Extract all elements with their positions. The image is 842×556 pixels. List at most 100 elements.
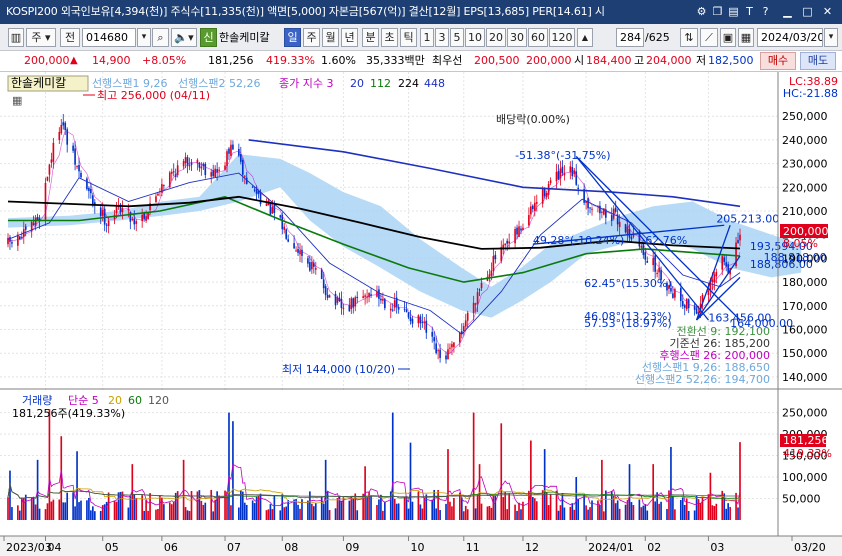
help-icon[interactable]: ? <box>758 4 773 19</box>
period-year[interactable]: 년 <box>341 28 358 47</box>
candle-body <box>241 160 244 175</box>
candle-body <box>182 161 185 167</box>
volume-bar <box>535 501 538 520</box>
volume-bar <box>504 492 507 520</box>
volume-bar <box>391 412 394 520</box>
volume-bar <box>273 495 276 520</box>
candle-body <box>561 166 564 174</box>
best-quote-label: 최우선 <box>432 54 463 67</box>
interval-30[interactable]: 30 <box>507 28 527 47</box>
volume-legend-ma60[interactable]: 60 <box>128 394 142 407</box>
text-icon[interactable]: T <box>742 4 757 19</box>
volume-bar <box>520 509 522 520</box>
volume-bar <box>624 504 627 520</box>
volume-bar <box>198 490 201 520</box>
candle-body <box>155 196 157 203</box>
candle-body <box>143 213 145 219</box>
volume-legend-ma20[interactable]: 20 <box>108 394 122 407</box>
volume-bar <box>502 497 505 520</box>
candle-body <box>532 205 534 210</box>
volume-bar <box>514 504 516 520</box>
legend-close-index[interactable]: 종가 지수 3 <box>279 77 333 90</box>
volume-legend-ma5[interactable]: 단순 5 <box>68 394 99 407</box>
close-icon[interactable]: ✕ <box>820 4 835 19</box>
period-month[interactable]: 월 <box>322 28 339 47</box>
grid-toggle-icon[interactable]: ▦ <box>12 94 22 107</box>
maximize-icon[interactable]: □ <box>800 4 815 19</box>
save-icon[interactable]: ▣ <box>720 28 736 47</box>
indicator-icon[interactable]: ⇅ <box>680 28 698 47</box>
candle-body <box>520 228 522 231</box>
new-listing-badge: 신 <box>200 28 217 47</box>
date-tick-label: 2023/03 <box>6 541 52 554</box>
interval-120[interactable]: 120 <box>549 28 575 47</box>
volume-bar <box>157 508 159 520</box>
volume-bar <box>486 506 489 520</box>
candle-body <box>474 303 477 305</box>
chart-type-icon[interactable]: ▥ <box>8 28 24 47</box>
candle-body <box>265 203 268 206</box>
volume-bar <box>601 459 603 520</box>
volume-bar <box>356 510 359 520</box>
chevron-up-icon[interactable]: ▲ <box>577 28 593 47</box>
legend-ma20[interactable]: 20 <box>350 77 364 90</box>
buy-button[interactable]: 매수 <box>760 52 796 70</box>
candle-body <box>403 308 406 310</box>
settings-icon[interactable]: ⚙ <box>694 4 709 19</box>
date-dropdown-icon[interactable]: ▾ <box>824 28 838 47</box>
date-input[interactable] <box>757 28 823 47</box>
code-dropdown-icon[interactable]: ▾ <box>137 28 151 47</box>
legend-ma112[interactable]: 112 <box>370 77 391 90</box>
audio-icon[interactable]: 🔈▾ <box>171 28 197 47</box>
period-week[interactable]: 주 <box>303 28 320 47</box>
volume-bar <box>500 423 503 520</box>
price-tick-label: 160,000 <box>782 323 828 336</box>
interval-5[interactable]: 5 <box>450 28 464 47</box>
legend-ma448[interactable]: 448 <box>424 77 445 90</box>
period-second[interactable]: 초 <box>381 28 398 47</box>
minimize-icon[interactable]: ▁ <box>780 4 795 19</box>
volume-bar <box>103 504 106 520</box>
range-input[interactable] <box>616 28 644 47</box>
candle-body <box>683 305 686 308</box>
candle-body <box>200 166 203 169</box>
interval-20[interactable]: 20 <box>486 28 506 47</box>
volume-bar <box>646 510 649 520</box>
legend-ma224[interactable]: 224 <box>398 77 419 90</box>
print-icon[interactable]: ▤ <box>726 4 741 19</box>
volume-bar <box>577 498 580 520</box>
type-dropdown[interactable]: 주 ▾ <box>26 28 56 47</box>
price-tick-label: 150,000 <box>782 347 828 360</box>
prev-button[interactable]: 전 <box>60 28 80 47</box>
volume-legend-name[interactable]: 거래량 <box>22 394 52 407</box>
period-day[interactable]: 일 <box>284 28 301 47</box>
interval-1[interactable]: 1 <box>420 28 434 47</box>
candle-body <box>715 271 718 277</box>
type-label: 주 <box>31 31 42 44</box>
volume-bar <box>729 506 731 520</box>
volume-bar <box>230 505 232 520</box>
calendar-icon[interactable]: ▦ <box>738 28 754 47</box>
period-tick[interactable]: 틱 <box>400 28 417 47</box>
volume-chart[interactable]: 50,000100,000150,000200,000250,000 2023/… <box>0 390 842 556</box>
sell-button[interactable]: 매도 <box>800 52 836 70</box>
stock-code-input[interactable] <box>82 28 136 47</box>
candle-body <box>508 241 510 244</box>
candle-body <box>409 317 412 322</box>
period-minute[interactable]: 분 <box>362 28 379 47</box>
interval-60[interactable]: 60 <box>528 28 548 47</box>
candle-body <box>239 154 242 162</box>
interval-3[interactable]: 3 <box>435 28 449 47</box>
candle-body <box>24 226 27 230</box>
price-chart[interactable]: -51.38°(-31.75%) 205,213.00 49.28°(-10.24%… <box>0 72 842 390</box>
volume-bar <box>419 504 422 520</box>
volume-legend-ma120[interactable]: 120 <box>148 394 169 407</box>
copy-icon[interactable]: ❐ <box>710 4 725 19</box>
search-icon[interactable]: ⌕ <box>152 28 169 47</box>
candle-body <box>492 256 495 271</box>
interval-10[interactable]: 10 <box>465 28 485 47</box>
volume-bar <box>417 491 420 520</box>
candle-body <box>157 193 159 196</box>
candle-body <box>19 236 21 240</box>
trendline-icon[interactable]: ⟋ <box>700 28 718 47</box>
